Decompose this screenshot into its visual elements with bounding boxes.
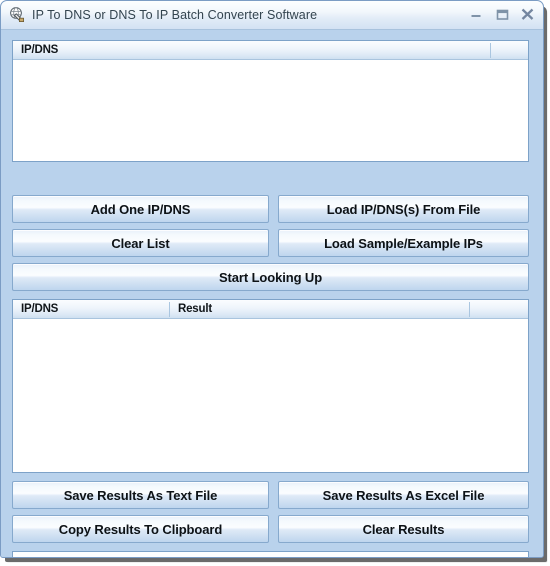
add-one-ip-dns-button[interactable]: Add One IP/DNS [12, 195, 269, 223]
clear-list-button[interactable]: Clear List [12, 229, 269, 257]
copy-results-to-clipboard-button[interactable]: Copy Results To Clipboard [12, 515, 269, 543]
maximize-icon[interactable] [489, 4, 515, 26]
results-list-body[interactable] [13, 319, 528, 472]
load-sample-ips-button[interactable]: Load Sample/Example IPs [278, 229, 529, 257]
progress-bar-label: Progress Bar [19, 556, 93, 557]
column-divider[interactable] [490, 43, 491, 58]
save-results-as-text-file-button[interactable]: Save Results As Text File [12, 481, 269, 509]
client-area: IP/DNS Add One IP/DNS Load IP/DNS(s) Fro… [1, 30, 543, 557]
app-globe-icon [8, 6, 27, 25]
column-divider-2[interactable] [469, 302, 470, 317]
column-divider-1[interactable] [169, 302, 170, 317]
application-window: IP To DNS or DNS To IP Batch Converter S… [0, 0, 544, 558]
title-bar[interactable]: IP To DNS or DNS To IP Batch Converter S… [1, 1, 543, 30]
window-title: IP To DNS or DNS To IP Batch Converter S… [32, 7, 318, 22]
close-icon[interactable] [515, 4, 541, 26]
load-ip-dns-from-file-button[interactable]: Load IP/DNS(s) From File [278, 195, 529, 223]
start-looking-up-button[interactable]: Start Looking Up [12, 263, 529, 291]
progress-bar: Progress Bar [12, 551, 529, 557]
results-list[interactable]: IP/DNS Result [12, 299, 529, 473]
ip-dns-input-list-header: IP/DNS [13, 41, 528, 60]
clear-results-button[interactable]: Clear Results [278, 515, 529, 543]
results-list-header: IP/DNS Result [13, 300, 528, 319]
column-header-result-ip-dns[interactable]: IP/DNS [21, 300, 58, 318]
column-header-ip-dns[interactable]: IP/DNS [21, 41, 58, 59]
ip-dns-input-list-body[interactable] [13, 60, 528, 161]
minimize-icon[interactable] [463, 4, 489, 26]
column-header-result[interactable]: Result [178, 300, 212, 318]
ip-dns-input-list[interactable]: IP/DNS [12, 40, 529, 162]
save-results-as-excel-file-button[interactable]: Save Results As Excel File [278, 481, 529, 509]
